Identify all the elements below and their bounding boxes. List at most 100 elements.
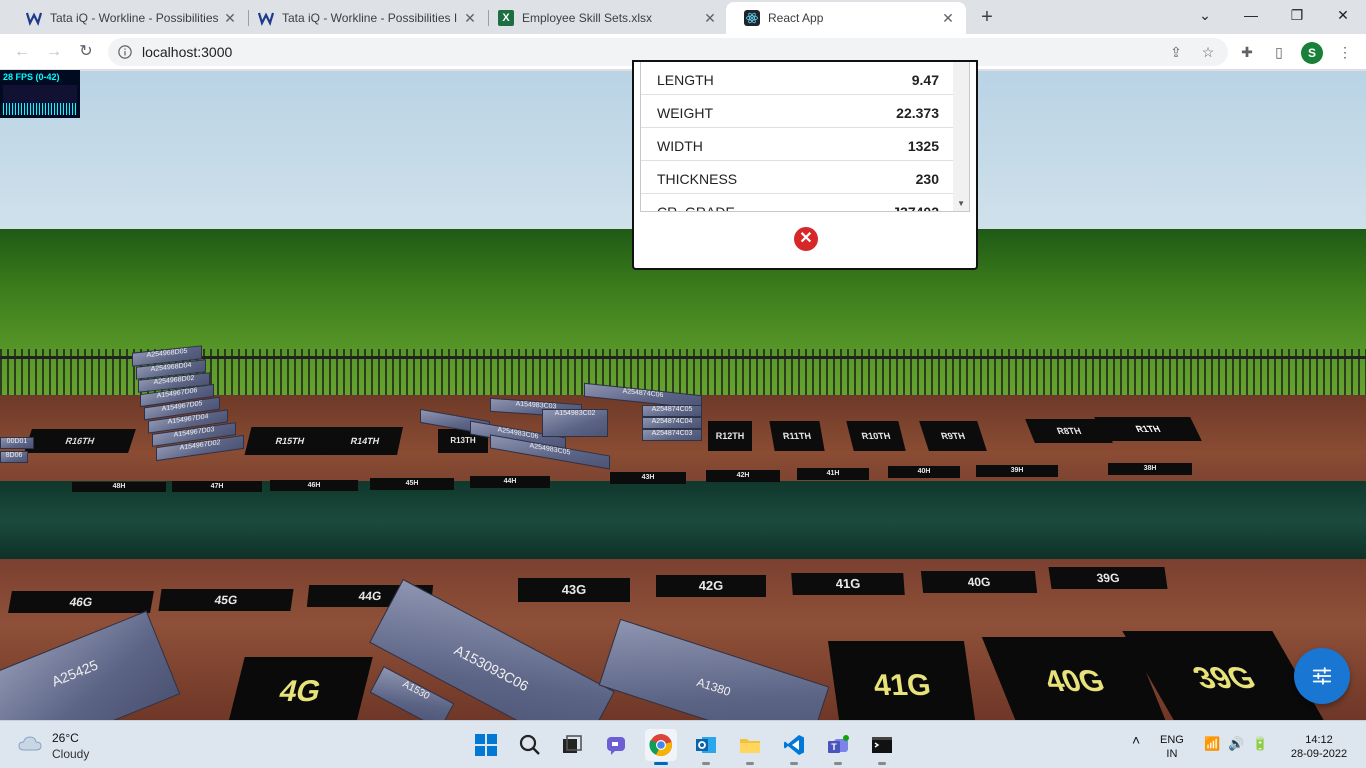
table-row: LENGTH 9.47: [641, 62, 955, 95]
start-button[interactable]: [470, 729, 502, 761]
minimize-button[interactable]: —: [1228, 4, 1274, 26]
table-row: CR_GRADE J37402: [641, 194, 955, 211]
yard-slot[interactable]: R11TH: [769, 421, 825, 451]
yard-slot[interactable]: 39H: [976, 465, 1058, 477]
yard-slot[interactable]: 41G: [827, 641, 977, 720]
tab-search-button[interactable]: ⌄: [1182, 4, 1228, 26]
yard-slot[interactable]: 38H: [1108, 463, 1192, 475]
table-row: WIDTH 1325: [641, 128, 955, 161]
yard-slot[interactable]: 47H: [172, 481, 262, 492]
yard-slot[interactable]: 45H: [370, 478, 454, 490]
close-window-button[interactable]: ✕: [1320, 4, 1366, 26]
row-key: WIDTH: [657, 138, 703, 154]
yard-slot[interactable]: 41H: [797, 468, 869, 480]
scroll-down-arrow-icon[interactable]: ▼: [957, 199, 965, 208]
chevron-up-icon[interactable]: ˄: [1132, 733, 1140, 747]
yard-slot[interactable]: 43G: [518, 578, 630, 602]
vscode-taskbar-button[interactable]: [778, 729, 810, 765]
language-indicator[interactable]: ENG IN: [1160, 733, 1184, 761]
info-icon[interactable]: [118, 45, 132, 59]
terminal-icon: [872, 737, 892, 753]
yard-slot[interactable]: 40H: [888, 466, 960, 478]
side-panel-icon[interactable]: ▯: [1269, 42, 1289, 62]
yard-slot[interactable]: R1TH: [1094, 417, 1202, 441]
yard-slot[interactable]: 46G: [8, 591, 154, 613]
slab[interactable]: 00D01: [0, 437, 34, 449]
settings-fab-button[interactable]: [1294, 648, 1350, 704]
yard-slot[interactable]: 42H: [706, 470, 780, 482]
weather-temperature[interactable]: 26°C: [52, 731, 79, 745]
table-row: THICKNESS 230: [641, 161, 955, 194]
close-icon[interactable]: ✕: [462, 10, 478, 27]
workline-logo-icon: [258, 12, 274, 26]
close-panel-button[interactable]: ✕: [794, 227, 818, 251]
details-table[interactable]: LENGTH 9.47 WEIGHT 22.373 WIDTH 1325 THI…: [640, 62, 970, 212]
bookmark-star-icon[interactable]: ☆: [1198, 42, 1218, 62]
yard-slot[interactable]: 41G: [791, 573, 905, 595]
clock-date: 28-09-2022: [1290, 748, 1348, 760]
yard-slot[interactable]: 46H: [270, 480, 358, 491]
row-value: 230: [915, 171, 939, 187]
volume-icon[interactable]: 🔊: [1228, 737, 1244, 751]
terminal-taskbar-button[interactable]: [866, 729, 898, 765]
extensions-icon[interactable]: ✚: [1237, 42, 1257, 62]
wifi-icon[interactable]: 📶: [1204, 737, 1220, 751]
close-icon[interactable]: ✕: [940, 10, 956, 27]
yard-slot[interactable]: 43H: [610, 472, 686, 484]
yard-slot[interactable]: R16TH: [24, 429, 136, 453]
yard-slot[interactable]: R12TH: [708, 421, 752, 451]
restore-button[interactable]: ❐: [1274, 4, 1320, 26]
tab-workline-1[interactable]: Tata iQ - Workline - Possibilities I ✕: [8, 2, 248, 34]
back-button[interactable]: ←: [10, 40, 34, 64]
cloud-icon[interactable]: [18, 735, 42, 751]
chrome-taskbar-button[interactable]: [645, 729, 677, 765]
yard-slot[interactable]: 39G: [1048, 567, 1168, 589]
tab-react-app[interactable]: React App ✕: [726, 2, 966, 34]
close-icon[interactable]: ✕: [222, 10, 238, 27]
slab[interactable]: A154983C02: [542, 409, 608, 437]
tab-title: React App: [768, 11, 824, 25]
yard-slot[interactable]: 48H: [72, 482, 166, 492]
slab[interactable]: A254874C05: [642, 405, 702, 417]
task-view-icon: [563, 735, 582, 753]
slab[interactable]: A254874C03: [642, 429, 702, 441]
profile-avatar[interactable]: S: [1301, 42, 1323, 64]
share-icon[interactable]: ⇪: [1166, 42, 1186, 62]
yard-slot[interactable]: 4G: [227, 657, 373, 720]
clock[interactable]: 14:12 28-09-2022: [1284, 733, 1354, 761]
fps-stats-panel[interactable]: 28 FPS (0-42): [0, 70, 80, 118]
yard-slot[interactable]: R9TH: [919, 421, 987, 451]
battery-icon[interactable]: 🔋: [1252, 737, 1268, 751]
slab[interactable]: 8D06: [0, 451, 28, 463]
yard-slot[interactable]: 44H: [470, 476, 550, 488]
yard-slot[interactable]: R10TH: [846, 421, 906, 451]
search-button[interactable]: [514, 729, 546, 761]
tab-excel[interactable]: X Employee Skill Sets.xlsx ✕: [480, 2, 728, 34]
weather-condition[interactable]: Cloudy: [52, 747, 89, 761]
running-indicator: [878, 762, 886, 765]
outlook-taskbar-button[interactable]: [690, 729, 722, 765]
teams-taskbar-button[interactable]: T: [822, 729, 854, 765]
task-view-button[interactable]: [556, 729, 588, 761]
kebab-menu-icon[interactable]: ⋮: [1335, 42, 1355, 62]
running-indicator: [702, 762, 710, 765]
yard-slot[interactable]: 42G: [656, 575, 766, 597]
teams-chat-button[interactable]: [600, 729, 632, 761]
yard-slot[interactable]: R15TH: [244, 427, 336, 455]
close-icon[interactable]: ✕: [702, 10, 718, 27]
chrome-icon: [649, 734, 672, 756]
clock-time: 14:12: [1305, 734, 1333, 746]
yard-slot[interactable]: 45G: [158, 589, 294, 611]
row-value: 22.373: [896, 105, 939, 121]
table-scrollbar[interactable]: ▼: [953, 62, 969, 211]
yard-slot[interactable]: R14TH: [327, 427, 403, 455]
forward-button[interactable]: →: [42, 40, 66, 64]
reload-button[interactable]: ↻: [74, 40, 98, 64]
windows-taskbar: 26°C Cloudy T ˄ ENG IN 📶 🔊 🔋 14:12 28-09…: [0, 720, 1366, 768]
yard-slot[interactable]: 40G: [920, 571, 1038, 593]
file-explorer-taskbar-button[interactable]: [734, 729, 766, 765]
new-tab-button[interactable]: +: [976, 6, 998, 28]
slab[interactable]: A254874C04: [642, 417, 702, 429]
tab-workline-2[interactable]: Tata iQ - Workline - Possibilities I ✕: [240, 2, 488, 34]
slab-details-panel: LENGTH 9.47 WEIGHT 22.373 WIDTH 1325 THI…: [632, 60, 978, 270]
